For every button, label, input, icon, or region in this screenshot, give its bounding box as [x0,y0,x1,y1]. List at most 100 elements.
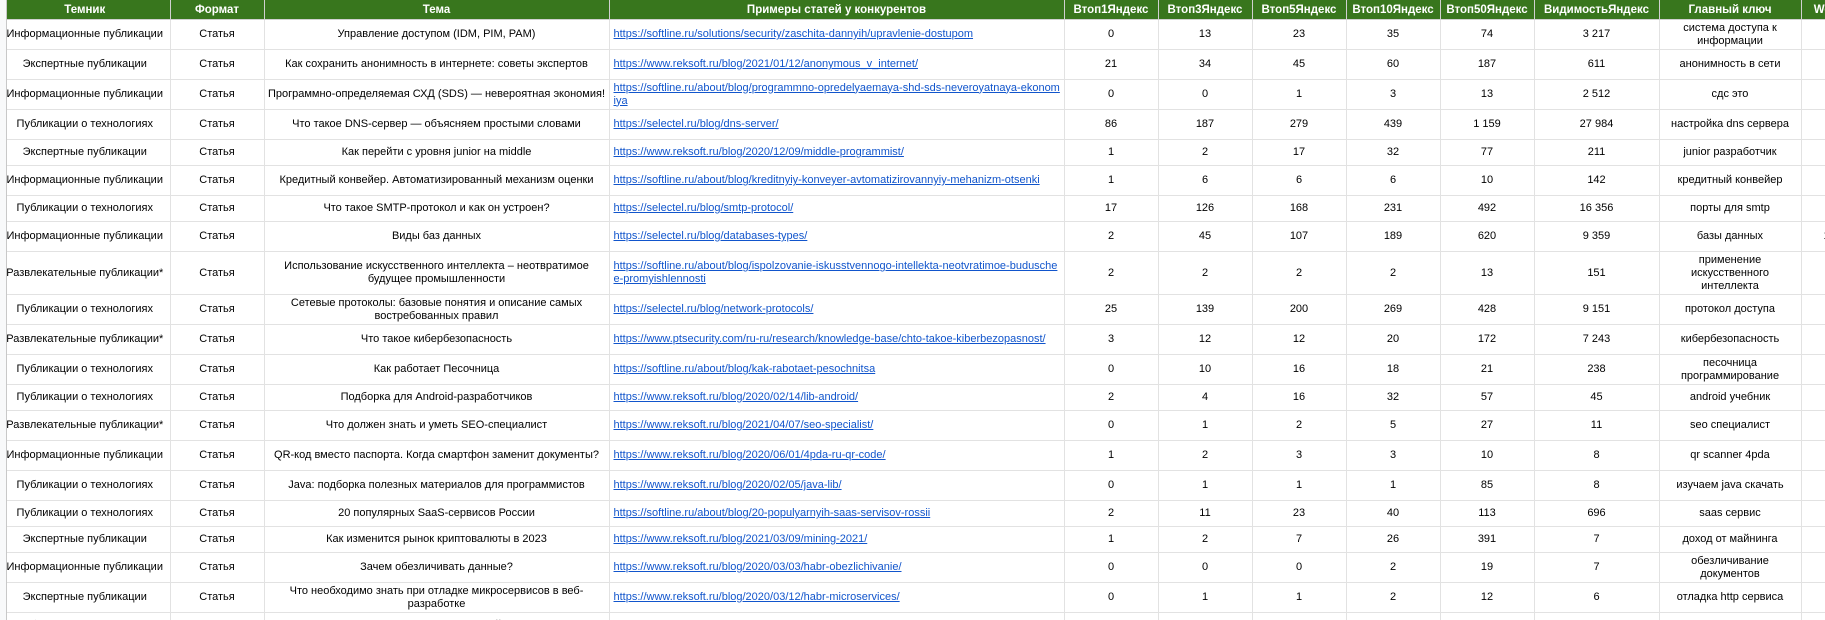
cell-main-key[interactable]: настройка dns сервера [1659,109,1802,140]
cell-main-key[interactable]: android учебник [1659,384,1802,411]
cell-visibility[interactable]: 9 359 [1534,221,1660,252]
cell-main-key[interactable]: отладка http сервиса [1659,582,1802,613]
competitor-article-link[interactable]: https://www.reksoft.ru/blog/2020/03/12/h… [614,591,900,603]
cell-format[interactable]: Статья [170,195,265,222]
cell-top10[interactable]: 20 [1346,324,1441,355]
cell-top1[interactable]: 0 [1064,410,1159,441]
cell-top1[interactable]: 3 [1064,324,1159,355]
header-top3[interactable]: Втоп3Яндекс [1158,0,1253,20]
cell-visibility[interactable]: 739 [1534,612,1660,620]
cell-format[interactable]: Статья [170,500,265,527]
cell-wordstat[interactable]: 6140 [1801,410,1825,441]
cell-main-key[interactable]: изучаем java скачать [1659,470,1802,501]
cell-top1[interactable]: 0 [1064,582,1159,613]
cell-example-link[interactable]: https://www.reksoft.ru/blog/2021/04/07/s… [609,410,1065,441]
cell-top5[interactable]: 16 [1252,354,1347,385]
cell-example-link[interactable]: https://www.reksoft.ru/blog/2020/06/01/4… [609,440,1065,471]
header-main-key[interactable]: Главный ключ [1659,0,1802,20]
cell-wordstat[interactable]: 1750 [1801,251,1825,295]
cell-tema[interactable]: Что такое кибербезопасность [264,324,610,355]
cell-main-key[interactable]: базы данных [1659,221,1802,252]
cell-top50[interactable]: 113 [1440,500,1535,527]
cell-top10[interactable]: 1 [1346,470,1441,501]
cell-top3[interactable]: 6 [1158,165,1253,196]
cell-top5[interactable]: 6 [1252,165,1347,196]
cell-tema[interactable]: Кредитный конвейер. Автоматизированный м… [264,165,610,196]
competitor-article-link[interactable]: https://www.reksoft.ru/blog/2020/02/05/j… [614,479,842,491]
cell-top3[interactable]: 34 [1158,49,1253,80]
cell-top50[interactable]: 13 [1440,79,1535,110]
cell-visibility[interactable]: 11 [1534,410,1660,441]
competitor-article-link[interactable]: https://www.ptsecurity.com/ru-ru/researc… [614,333,1046,345]
cell-tema[interactable]: Использование искусственного интеллекта … [264,251,610,295]
cell-top50[interactable]: 13 [1440,251,1535,295]
cell-top50[interactable]: 21 [1440,354,1535,385]
cell-top10[interactable]: 60 [1346,49,1441,80]
cell-top50[interactable]: 10 [1440,440,1535,471]
cell-top3[interactable]: 10 [1158,354,1253,385]
competitor-article-link[interactable]: https://selectel.ru/blog/network-protoco… [614,303,814,315]
cell-top5[interactable]: 200 [1252,294,1347,325]
cell-visibility[interactable]: 7 [1534,552,1660,583]
cell-tema[interactable]: Что необходимо знать при отладке микросе… [264,582,610,613]
cell-tema[interactable]: Что должен знать и уметь SEO-специалист [264,410,610,441]
header-wordstat[interactable]: Wordstat РС [1801,0,1825,20]
cell-top3[interactable]: 12 [1158,324,1253,355]
cell-wordstat[interactable]: 4 354 [1801,294,1825,325]
cell-format[interactable]: Статья [170,324,265,355]
cell-format[interactable]: Статья [170,165,265,196]
cell-top5[interactable]: 23 [1252,19,1347,50]
cell-example-link[interactable]: https://selectel.ru/blog/dns-server/ [609,109,1065,140]
cell-top10[interactable]: 3 [1346,440,1441,471]
cell-top1[interactable]: 2 [1064,384,1159,411]
cell-top3[interactable]: 11 [1158,500,1253,527]
cell-wordstat[interactable]: 10 249 [1801,612,1825,620]
cell-tema[interactable]: Как перейти с уровня junior на middle [264,139,610,166]
cell-top10[interactable]: 40 [1346,500,1441,527]
cell-top3[interactable]: 2 [1158,526,1253,553]
cell-top1[interactable]: 0 [1064,79,1159,110]
competitor-article-link[interactable]: https://selectel.ru/blog/databases-types… [614,230,808,242]
cell-tema[interactable]: 20 популярных SaaS-сервисов России [264,500,610,527]
cell-temnik[interactable]: Информационные публикации [0,221,171,252]
cell-temnik[interactable]: Информационные публикации [0,19,171,50]
cell-top10[interactable]: 35 [1346,19,1441,50]
cell-example-link[interactable]: https://softline.ru/about/blog/sertifika… [609,612,1065,620]
cell-top50[interactable]: 172 [1440,324,1535,355]
competitor-article-link[interactable]: https://softline.ru/about/blog/20-populy… [614,507,931,519]
cell-top3[interactable]: 45 [1158,221,1253,252]
competitor-article-link[interactable]: https://softline.ru/about/blog/kak-rabot… [614,363,876,375]
cell-main-key[interactable]: saas сервис [1659,500,1802,527]
cell-tema[interactable]: Управление доступом (IDM, PIM, PAM) [264,19,610,50]
competitor-article-link[interactable]: https://www.reksoft.ru/blog/2020/02/14/l… [614,391,859,403]
header-top1[interactable]: Втоп1Яндекс [1064,0,1159,20]
cell-visibility[interactable]: 8 [1534,470,1660,501]
competitor-article-link[interactable]: https://softline.ru/about/blog/programmn… [614,82,1060,107]
cell-top3[interactable]: 4 [1158,384,1253,411]
cell-top1[interactable]: 0 [1064,470,1159,501]
cell-visibility[interactable]: 45 [1534,384,1660,411]
cell-top50[interactable]: 10 [1440,165,1535,196]
cell-top50[interactable]: 391 [1440,526,1535,553]
cell-tema[interactable]: Виды баз данных [264,221,610,252]
cell-wordstat[interactable]: 41 714 [1801,324,1825,355]
cell-top1[interactable]: 25 [1064,294,1159,325]
cell-visibility[interactable]: 142 [1534,165,1660,196]
cell-top1[interactable]: 17 [1064,195,1159,222]
cell-example-link[interactable]: https://softline.ru/about/blog/kreditnyi… [609,165,1065,196]
cell-tema[interactable]: QR-код вместо паспорта. Когда смартфон з… [264,440,610,471]
cell-wordstat[interactable]: 960 [1801,49,1825,80]
cell-format[interactable]: Статья [170,221,265,252]
cell-main-key[interactable]: фстэк сертификаты [1659,612,1802,620]
cell-example-link[interactable]: https://www.reksoft.ru/blog/2021/03/09/m… [609,526,1065,553]
cell-wordstat[interactable]: 797 [1801,470,1825,501]
cell-top50[interactable]: 85 [1440,470,1535,501]
header-tema[interactable]: Тема [264,0,610,20]
cell-top1[interactable]: 2 [1064,500,1159,527]
cell-top5[interactable]: 12 [1252,324,1347,355]
cell-visibility[interactable]: 7 [1534,526,1660,553]
cell-top3[interactable]: 2 [1158,440,1253,471]
cell-temnik[interactable]: Информационные публикации [0,440,171,471]
cell-temnik[interactable]: Информационные публикации [0,79,171,110]
cell-top5[interactable]: 0 [1252,552,1347,583]
